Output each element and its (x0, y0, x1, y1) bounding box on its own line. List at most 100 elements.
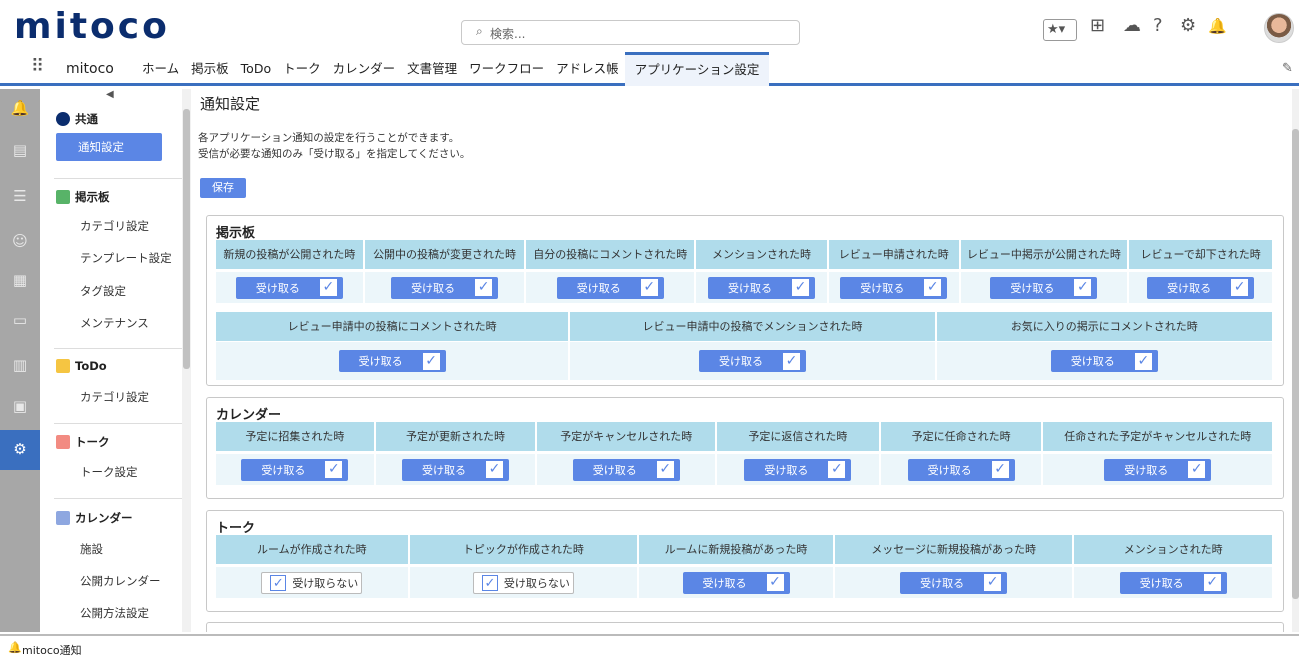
main-content: 通知設定 各アプリケーション通知の設定を行うことができます。 受信が必要な通知の… (192, 89, 1299, 632)
check-icon: ✓ (422, 352, 440, 370)
sidebar-group-talk: トーク (56, 434, 110, 450)
sidebar-item-public-calendar[interactable]: 公開カレンダー (80, 573, 161, 589)
sidebar-item-template[interactable]: テンプレート設定 (80, 250, 172, 266)
receive-toggle[interactable]: 受け取る ✓ (1147, 276, 1255, 299)
not-receive-toggle[interactable]: ✓ 受け取らない (472, 571, 574, 594)
column-header: 自分の投稿にコメントされた時 (526, 240, 697, 269)
receive-toggle[interactable]: 受け取る ✓ (990, 276, 1098, 299)
receive-toggle[interactable]: 受け取る ✓ (402, 458, 510, 481)
global-search-input[interactable]: ⌕ 検索... (461, 20, 800, 45)
settings-gear-icon[interactable]: ⚙ (10, 440, 30, 458)
tab-workflow[interactable]: ワークフロー (463, 52, 550, 86)
help-icon[interactable]: ? (1153, 15, 1163, 41)
column-header: 予定が更新された時 (375, 422, 538, 451)
receive-toggle[interactable]: 受け取る ✓ (900, 571, 1008, 594)
receive-toggle[interactable]: 受け取る ✓ (241, 458, 349, 481)
column-header: レビューで却下された時 (1129, 240, 1272, 269)
column-header: 予定がキャンセルされた時 (537, 422, 718, 451)
receive-toggle[interactable]: 受け取る ✓ (907, 458, 1015, 481)
receive-toggle[interactable]: 受け取る ✓ (840, 276, 948, 299)
main-scrollbar[interactable] (1292, 89, 1299, 632)
receive-toggle[interactable]: 受け取る ✓ (1050, 350, 1158, 372)
tab-talk[interactable]: トーク (277, 52, 327, 86)
receive-toggle[interactable]: 受け取る ✓ (391, 276, 499, 299)
receive-toggle[interactable]: 受け取る ✓ (698, 350, 806, 372)
plus-icon[interactable]: ⊞ (1090, 15, 1105, 41)
header-row: 予定に招集された時 予定が更新された時 予定がキャンセルされた時 予定に返信され… (216, 422, 1272, 451)
favorites-button[interactable]: ★▾ (1043, 19, 1077, 41)
receive-toggle[interactable]: 受け取る ✓ (556, 276, 664, 299)
receive-toggle[interactable]: 受け取る ✓ (235, 276, 343, 299)
receive-toggle[interactable]: 受け取る ✓ (707, 276, 815, 299)
workflow-icon[interactable]: ▥ (10, 356, 30, 374)
check-icon: ✓ (656, 461, 674, 478)
settings-sidebar: ◀ 共通 通知設定 掲示板 カテゴリ設定 テンプレート設定 タグ設定 メンテナン… (40, 89, 192, 632)
sidebar-group-calendar: カレンダー (56, 510, 133, 526)
toggle-row: 受け取る ✓ 受け取る ✓ 受け取る ✓ 受け取る ✓ 受け取る ✓ 受け取る ✓ 受け取る… (216, 272, 1272, 303)
tab-app-settings[interactable]: アプリケーション設定 (624, 52, 770, 86)
sidebar-item-facility[interactable]: 施設 (80, 541, 103, 557)
sidebar-item-maintenance[interactable]: メンテナンス (80, 315, 149, 331)
column-header: ルームが作成された時 (216, 535, 410, 564)
description-line-1: 各アプリケーション通知の設定を行うことができます。 (198, 132, 460, 144)
avatar[interactable] (1264, 13, 1294, 43)
scrollbar-thumb[interactable] (1292, 129, 1299, 599)
utility-rail: 🔔 ▤ ☰ ☺ ▦ ▭ ▥ ▣ ⚙ (0, 89, 40, 632)
sidebar-group-label: トーク (75, 435, 110, 449)
column-header: 予定に返信された時 (717, 422, 881, 451)
receive-toggle[interactable]: 受け取る ✓ (1104, 458, 1212, 481)
save-button[interactable]: 保存 (200, 178, 246, 198)
check-icon: ✓ (991, 461, 1009, 478)
check-icon: ✓ (1134, 352, 1152, 370)
tab-todo[interactable]: ToDo (235, 52, 277, 86)
check-icon: ✓ (1231, 279, 1249, 296)
check-icon: ✓ (984, 574, 1002, 591)
nav-tabs: ホーム 掲示板 ToDo トーク カレンダー 文書管理 ワークフロー アドレス帳… (136, 52, 770, 86)
bell-icon[interactable]: 🔔 (10, 99, 30, 117)
sidebar-group-common: 共通 (56, 111, 98, 127)
mitoco-notification-link[interactable]: mitoco通知 (22, 642, 82, 658)
receive-toggle[interactable]: 受け取る ✓ (1119, 571, 1227, 594)
talk-icon (56, 435, 70, 449)
sidebar-group-label: カレンダー (75, 511, 133, 525)
bulletin-icon[interactable]: ▤ (10, 141, 30, 159)
search-icon: ⌕ (476, 24, 483, 38)
gear-icon[interactable]: ⚙ (1180, 15, 1196, 41)
tab-bulletin[interactable]: 掲示板 (185, 52, 235, 86)
receive-toggle[interactable]: 受け取る ✓ (572, 458, 680, 481)
tab-home[interactable]: ホーム (136, 52, 185, 86)
column-header: レビュー申請中の投稿でメンションされた時 (570, 312, 937, 341)
check-icon: ✓ (1074, 279, 1092, 296)
address-book-icon[interactable]: ▣ (10, 397, 30, 415)
sidebar-item-notification-settings[interactable]: 通知設定 (56, 133, 162, 161)
calendar-icon[interactable]: ▦ (10, 271, 30, 289)
sidebar-item-publish-method[interactable]: 公開方法設定 (80, 605, 149, 621)
tab-calendar[interactable]: カレンダー (327, 52, 402, 86)
tab-documents[interactable]: 文書管理 (401, 52, 463, 86)
sidebar-item-bulletin-category[interactable]: カテゴリ設定 (80, 218, 149, 234)
sidebar-item-talk-settings[interactable]: トーク設定 (80, 464, 138, 480)
toggle-row: ✓ 受け取らない ✓ 受け取らない 受け取る ✓ 受け取る ✓ 受け取る ✓ (216, 567, 1272, 598)
trailhead-icon[interactable]: ☁ (1123, 15, 1141, 41)
bell-icon[interactable]: 🔔 (1208, 17, 1227, 43)
sidebar-item-todo-category[interactable]: カテゴリ設定 (80, 389, 149, 405)
talk-icon[interactable]: ☺ (10, 232, 30, 250)
receive-toggle[interactable]: 受け取る ✓ (744, 458, 852, 481)
scrollbar-thumb[interactable] (183, 109, 190, 369)
app-launcher-icon[interactable]: ⠿ (31, 56, 44, 77)
todo-list-icon[interactable]: ☰ (10, 187, 30, 205)
section-calendar: カレンダー 予定に招集された時 予定が更新された時 予定がキャンセルされた時 予… (206, 397, 1284, 499)
collapse-arrow-icon[interactable]: ◀ (106, 89, 114, 100)
top-navigation: ⠿ mitoco ホーム 掲示板 ToDo トーク カレンダー 文書管理 ワーク… (0, 52, 1299, 86)
edit-pencil-icon[interactable]: ✎ (1282, 61, 1293, 76)
sidebar-item-tag[interactable]: タグ設定 (80, 283, 126, 299)
todo-icon (56, 359, 70, 373)
check-icon: ✓ (270, 574, 287, 591)
document-icon[interactable]: ▭ (10, 311, 30, 329)
not-receive-toggle[interactable]: ✓ 受け取らない (261, 571, 363, 594)
tab-address-book[interactable]: アドレス帳 (550, 52, 625, 86)
receive-toggle[interactable]: 受け取る ✓ (338, 350, 446, 372)
sidebar-scrollbar[interactable] (182, 89, 191, 632)
receive-toggle[interactable]: 受け取る ✓ (682, 571, 790, 594)
app-name: mitoco (66, 61, 114, 77)
